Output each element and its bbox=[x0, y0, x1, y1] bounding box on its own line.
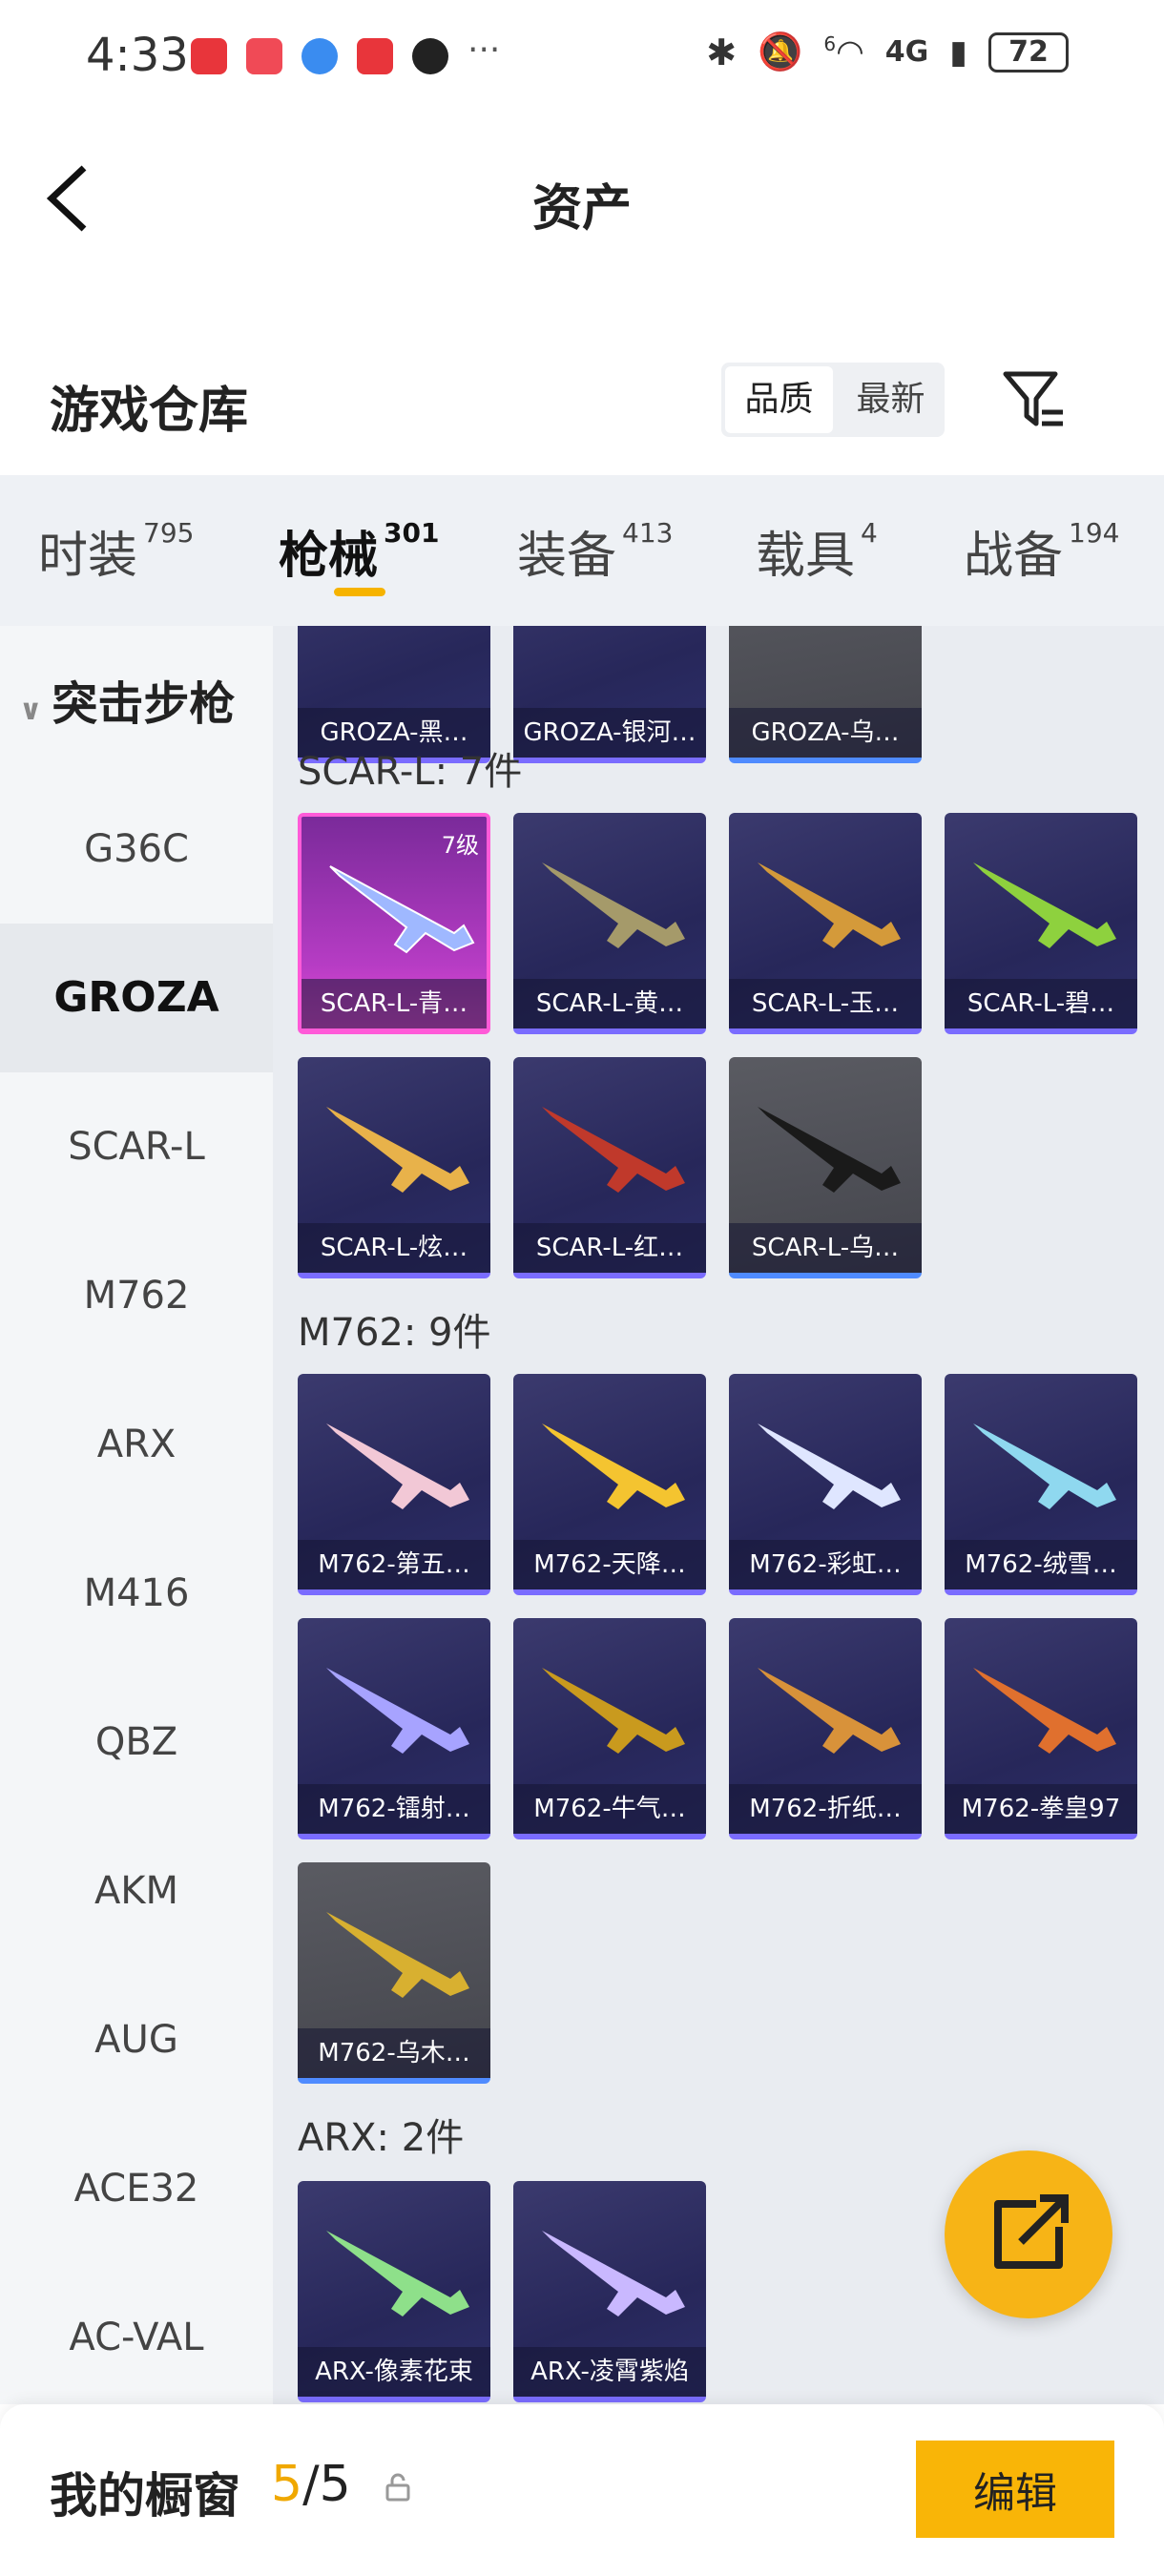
huawei-store-icon bbox=[357, 38, 393, 74]
sort-toggle: 品质 最新 bbox=[721, 363, 945, 437]
share-button[interactable] bbox=[945, 2150, 1112, 2318]
filter-icon[interactable] bbox=[1000, 366, 1067, 433]
weapon-card[interactable]: ARX-凌霄紫焰 bbox=[513, 2181, 706, 2402]
wifi-icon: 6◠ bbox=[823, 32, 864, 72]
sidebar-item-arx[interactable]: ARX bbox=[0, 1370, 273, 1519]
rifle-icon bbox=[326, 2231, 469, 2316]
weapon-card[interactable]: M762-乌木… bbox=[298, 1862, 490, 2084]
sidebar-item-groza[interactable]: GROZA bbox=[0, 924, 273, 1072]
weapon-card[interactable]: M762-镭射… bbox=[298, 1618, 490, 1839]
edit-button[interactable]: 编辑 bbox=[916, 2441, 1114, 2538]
tab-supplies[interactable]: 战备 194 bbox=[964, 515, 1119, 587]
browser-app-icon bbox=[301, 38, 338, 74]
status-right: ✱ 🔕 6◠ 4G ▮ 72 bbox=[706, 31, 1069, 73]
rifle-icon bbox=[542, 1107, 685, 1193]
sidebar-item-ac-val[interactable]: AC-VAL bbox=[0, 2263, 273, 2404]
sidebar-item-m416[interactable]: M416 bbox=[0, 1519, 273, 1668]
weapon-card[interactable]: M762-彩虹… bbox=[729, 1374, 922, 1595]
weapon-card[interactable]: M762-绒雪… bbox=[945, 1374, 1137, 1595]
weapon-card[interactable]: M762-第五… bbox=[298, 1374, 490, 1595]
rifle-icon bbox=[326, 1423, 469, 1509]
signal-icon: ▮ bbox=[949, 32, 967, 72]
weapon-card[interactable]: M762-天降… bbox=[513, 1374, 706, 1595]
bluetooth-icon: ✱ bbox=[706, 31, 738, 73]
weapon-card[interactable]: SCAR-L-红… bbox=[513, 1057, 706, 1278]
app-screen: 4:33 ··· ✱ 🔕 6◠ 4G ▮ 72 资产 游戏仓库 品质 最新 时装… bbox=[0, 0, 1164, 2576]
weapon-card[interactable]: GROZA-乌… bbox=[729, 626, 922, 763]
tab-fashion[interactable]: 时装 795 bbox=[38, 515, 194, 587]
sidebar-item-aug[interactable]: AUG bbox=[0, 1965, 273, 2114]
category-tabs: 时装 795 枪械 301 装备 413 载具 4 战备 194 bbox=[0, 475, 1164, 626]
rifle-icon bbox=[326, 1107, 469, 1193]
rifle-icon bbox=[326, 1668, 469, 1754]
sidebar-group-assault-rifles[interactable]: ∨ 突击步枪 bbox=[19, 666, 235, 733]
weapon-card[interactable]: M762-牛气… bbox=[513, 1618, 706, 1839]
section-title-m762: M762: 9件 bbox=[298, 1311, 491, 1355]
more-notifications-icon: ··· bbox=[468, 31, 501, 70]
sidebar-item-ace32[interactable]: ACE32 bbox=[0, 2114, 273, 2263]
qq-icon bbox=[412, 38, 448, 74]
weapon-card[interactable]: SCAR-L-炫… bbox=[298, 1057, 490, 1278]
weapon-card[interactable]: 7级 SCAR-L-青… bbox=[298, 813, 490, 1034]
share-external-icon bbox=[994, 2194, 1069, 2269]
status-bar: 4:33 ··· ✱ 🔕 6◠ 4G ▮ 72 bbox=[0, 0, 1164, 114]
sidebar-item-akm[interactable]: AKM bbox=[0, 1817, 273, 1965]
weapon-card[interactable]: SCAR-L-乌… bbox=[729, 1057, 922, 1278]
rifle-icon bbox=[542, 1423, 685, 1509]
battery-indicator: 72 bbox=[988, 31, 1069, 73]
showcase-bar: 我的橱窗 5/5 编辑 bbox=[0, 2404, 1164, 2576]
sidebar-item-g36c[interactable]: G36C bbox=[0, 775, 273, 924]
tab-weapons[interactable]: 枪械 301 bbox=[279, 515, 439, 587]
weapon-grid: GROZA-黑… GROZA-银河… GROZA-乌… SCAR-L: 7件 7… bbox=[273, 626, 1164, 2404]
weapon-sidebar: ∨ 突击步枪 G36C GROZA SCAR-L M762 ARX M416 QB… bbox=[0, 626, 273, 2404]
rifle-icon bbox=[542, 1668, 685, 1754]
showcase-count: 5/5 bbox=[271, 2456, 351, 2513]
weapon-card[interactable]: SCAR-L-玉… bbox=[729, 813, 922, 1034]
mute-icon: 🔕 bbox=[758, 31, 803, 73]
rifle-icon bbox=[758, 1423, 901, 1509]
showcase-title: 我的橱窗 bbox=[50, 2468, 240, 2524]
sort-quality-button[interactable]: 品质 bbox=[725, 366, 833, 433]
rifle-icon bbox=[326, 1912, 469, 1998]
weapon-card[interactable]: M762-拳皇97 bbox=[945, 1618, 1137, 1839]
rifle-icon bbox=[973, 1668, 1116, 1754]
rifle-icon bbox=[758, 1107, 901, 1193]
weapon-card[interactable]: SCAR-L-黄… bbox=[513, 813, 706, 1034]
section-title-arx: ARX: 2件 bbox=[298, 2116, 465, 2160]
network-type: 4G bbox=[884, 35, 929, 69]
rifle-icon bbox=[542, 862, 685, 948]
tab-vehicles[interactable]: 载具 4 bbox=[756, 515, 878, 587]
chevron-down-icon: ∨ bbox=[19, 694, 43, 727]
rifle-icon bbox=[758, 862, 901, 948]
weapon-card[interactable]: M762-折纸… bbox=[729, 1618, 922, 1839]
weapon-card[interactable]: ARX-像素花束 bbox=[298, 2181, 490, 2402]
sidebar-item-qbz[interactable]: QBZ bbox=[0, 1668, 273, 1817]
weapon-card[interactable]: GROZA-银河… bbox=[513, 626, 706, 763]
rifle-icon bbox=[973, 1423, 1116, 1509]
page-title: 资产 bbox=[531, 180, 632, 238]
sort-newest-button[interactable]: 最新 bbox=[837, 363, 945, 437]
huawei-app-icon bbox=[191, 38, 227, 74]
rifle-icon bbox=[973, 862, 1116, 948]
sidebar-item-scar-l[interactable]: SCAR-L bbox=[0, 1072, 273, 1221]
active-tab-indicator bbox=[334, 588, 385, 596]
lock-icon bbox=[385, 2473, 410, 2502]
tab-equipment[interactable]: 装备 413 bbox=[517, 515, 673, 587]
sidebar-item-m762[interactable]: M762 bbox=[0, 1221, 273, 1370]
video-app-icon bbox=[246, 38, 282, 74]
status-time: 4:33 bbox=[86, 29, 189, 82]
section-title-scar-l: SCAR-L: 7件 bbox=[298, 750, 523, 794]
warehouse-title: 游戏仓库 bbox=[50, 383, 249, 440]
rifle-icon bbox=[329, 865, 475, 954]
rifle-icon bbox=[542, 2231, 685, 2316]
weapon-card[interactable]: SCAR-L-碧… bbox=[945, 813, 1137, 1034]
rifle-icon bbox=[758, 1668, 901, 1754]
